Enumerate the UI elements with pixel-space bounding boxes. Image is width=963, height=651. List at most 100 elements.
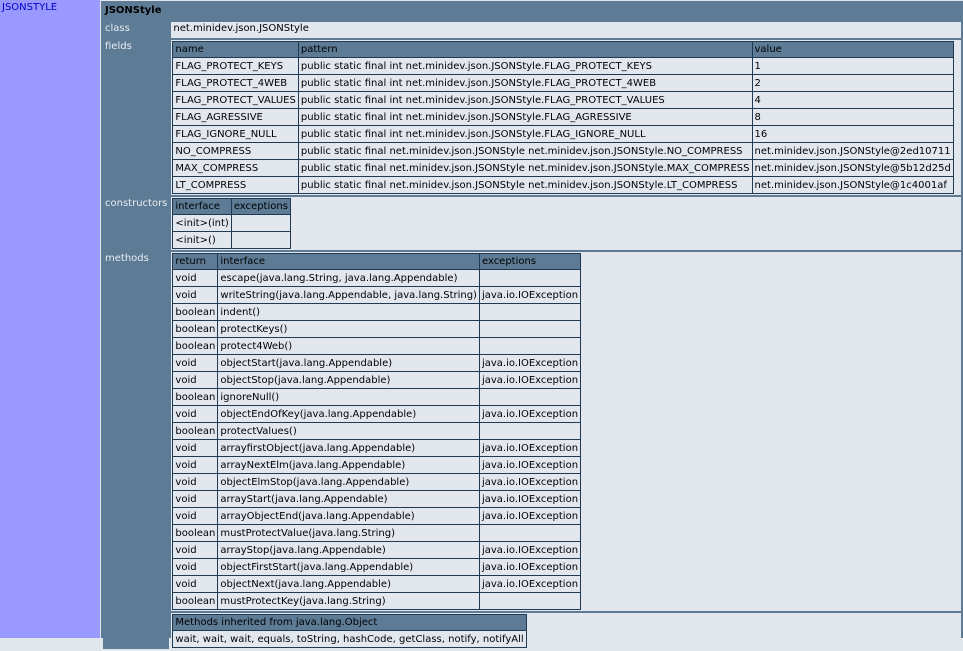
field-cell: NO_COMPRESS xyxy=(173,143,298,159)
method-row: void arrayNextElm(java.lang.Appendable) ja… xyxy=(173,457,581,473)
field-header-cell: value xyxy=(752,42,953,57)
method-cell: objectStart(java.lang.Appendable) xyxy=(218,355,479,371)
field-cell: public static final int net.minidev.json… xyxy=(298,126,752,142)
field-cell: FLAG_PROTECT_KEYS xyxy=(173,58,298,74)
method-cell: void xyxy=(173,491,218,507)
method-row: boolean protectValues() xyxy=(173,423,581,439)
field-cell: public static final int net.minidev.json… xyxy=(298,75,752,91)
method-cell: void xyxy=(173,287,218,303)
method-cell: java.io.IOException xyxy=(479,559,581,575)
method-cell: void xyxy=(173,474,218,490)
methods-label: methods xyxy=(103,252,170,611)
fields-table: name pattern value FLAG_PROTECT_KEYS public… xyxy=(172,41,954,194)
method-row: void objectEndOfKey(java.lang.Appendable)… xyxy=(173,406,581,422)
method-row: void escape(java.lang.String, java.lang.A… xyxy=(173,270,581,286)
field-row: FLAG_PROTECT_KEYS public static final int… xyxy=(173,58,953,74)
inherited-methods: wait, wait, wait, equals, toString, hash… xyxy=(173,631,526,647)
method-cell: java.io.IOException xyxy=(479,287,581,303)
field-cell: public static final net.minidev.json.JSO… xyxy=(298,177,752,193)
method-row: void writeString(java.lang.Appendable, ja… xyxy=(173,287,581,303)
sidebar: JSONSTYLE xyxy=(0,0,100,638)
method-header-cell: interface xyxy=(218,254,479,269)
method-cell: void xyxy=(173,559,218,575)
method-cell: arrayNextElm(java.lang.Appendable) xyxy=(218,457,479,473)
method-cell: java.io.IOException xyxy=(479,457,581,473)
method-row: void objectStop(java.lang.Appendable) java… xyxy=(173,372,581,388)
method-header-cell: exceptions xyxy=(479,254,581,269)
method-row: boolean protect4Web() xyxy=(173,338,581,354)
field-cell: 1 xyxy=(752,58,953,74)
field-header-cell: name xyxy=(173,42,298,57)
method-row: void arrayfirstObject(java.lang.Appendabl… xyxy=(173,440,581,456)
method-cell: void xyxy=(173,542,218,558)
field-cell: net.minidev.json.JSONStyle@1c4001af xyxy=(752,177,953,193)
method-row: void arrayStart(java.lang.Appendable) java… xyxy=(173,491,581,507)
field-row: FLAG_IGNORE_NULL public static final int … xyxy=(173,126,953,142)
method-cell: void xyxy=(173,576,218,592)
method-cell: objectNext(java.lang.Appendable) xyxy=(218,576,479,592)
method-cell: ignoreNull() xyxy=(218,389,479,405)
method-cell: void xyxy=(173,508,218,524)
method-cell: java.io.IOException xyxy=(479,474,581,490)
method-cell: boolean xyxy=(173,321,218,337)
method-cell: boolean xyxy=(173,389,218,405)
method-cell: objectStop(java.lang.Appendable) xyxy=(218,372,479,388)
method-cell xyxy=(479,338,581,354)
method-cell: objectFirstStart(java.lang.Appendable) xyxy=(218,559,479,575)
field-cell: public static final int net.minidev.json… xyxy=(298,58,752,74)
method-cell: arrayStop(java.lang.Appendable) xyxy=(218,542,479,558)
field-cell: FLAG_PROTECT_VALUES xyxy=(173,92,298,108)
field-row: FLAG_PROTECT_4WEB public static final int… xyxy=(173,75,953,91)
method-cell: arrayStart(java.lang.Appendable) xyxy=(218,491,479,507)
constructor-row: <init>(int) xyxy=(173,215,290,231)
field-cell: 4 xyxy=(752,92,953,108)
field-cell: MAX_COMPRESS xyxy=(173,160,298,176)
method-cell: protectKeys() xyxy=(218,321,479,337)
field-cell: public static final int net.minidev.json… xyxy=(298,92,752,108)
class-table: JSONStyle class net.minidev.json.JSONSty… xyxy=(101,1,963,651)
method-row: void objectFirstStart(java.lang.Appendabl… xyxy=(173,559,581,575)
method-cell: boolean xyxy=(173,304,218,320)
method-cell: objectEndOfKey(java.lang.Appendable) xyxy=(218,406,479,422)
method-row: void arrayStop(java.lang.Appendable) java.… xyxy=(173,542,581,558)
method-cell: writeString(java.lang.Appendable, java.l… xyxy=(218,287,479,303)
field-cell: 16 xyxy=(752,126,953,142)
sidebar-title[interactable]: JSONSTYLE xyxy=(2,2,57,13)
method-cell xyxy=(479,525,581,541)
method-cell: java.io.IOException xyxy=(479,406,581,422)
method-cell: java.io.IOException xyxy=(479,542,581,558)
method-row: boolean ignoreNull() xyxy=(173,389,581,405)
field-cell: net.minidev.json.JSONStyle@5b12d25d xyxy=(752,160,953,176)
method-cell: java.io.IOException xyxy=(479,508,581,524)
method-cell: indent() xyxy=(218,304,479,320)
method-row: void objectElmStop(java.lang.Appendable) j… xyxy=(173,474,581,490)
method-cell: java.io.IOException xyxy=(479,355,581,371)
method-row: boolean protectKeys() xyxy=(173,321,581,337)
field-header-cell: pattern xyxy=(298,42,752,57)
method-cell: java.io.IOException xyxy=(479,372,581,388)
field-cell: 8 xyxy=(752,109,953,125)
method-cell xyxy=(479,389,581,405)
method-cell: mustProtectValue(java.lang.String) xyxy=(218,525,479,541)
constructors-table: interface exceptions <init>(int) <init>() xyxy=(172,198,291,249)
field-row: LT_COMPRESS public static final net.minid… xyxy=(173,177,953,193)
method-cell: boolean xyxy=(173,525,218,541)
field-row: MAX_COMPRESS public static final net.mini… xyxy=(173,160,953,176)
constructor-cell: <init>() xyxy=(173,232,231,248)
inherited-table: Methods inherited from java.lang.Object … xyxy=(172,614,527,648)
method-cell: boolean xyxy=(173,593,218,609)
constructor-header-cell: exceptions xyxy=(231,199,290,214)
method-row: boolean mustProtectValue(java.lang.String… xyxy=(173,525,581,541)
method-cell: boolean xyxy=(173,338,218,354)
field-cell: 2 xyxy=(752,75,953,91)
field-cell: public static final net.minidev.json.JSO… xyxy=(298,143,752,159)
method-cell xyxy=(479,423,581,439)
section-title: JSONStyle xyxy=(103,3,961,20)
method-cell xyxy=(479,270,581,286)
method-cell: objectElmStop(java.lang.Appendable) xyxy=(218,474,479,490)
method-cell xyxy=(479,304,581,320)
method-cell: boolean xyxy=(173,423,218,439)
class-label: class xyxy=(103,22,170,38)
method-cell: void xyxy=(173,355,218,371)
method-cell: void xyxy=(173,406,218,422)
